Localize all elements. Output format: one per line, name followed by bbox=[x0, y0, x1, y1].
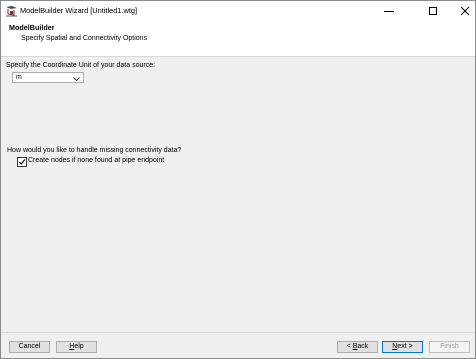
cancel-button-label: Cancel bbox=[18, 343, 41, 350]
page-subtitle: Specify Spatial and Connectivity Options bbox=[21, 35, 148, 42]
chevron-down-icon bbox=[73, 76, 80, 83]
page-title: ModelBuilder bbox=[9, 23, 55, 32]
modelbuilder-wizard-icon bbox=[5, 5, 18, 17]
finish-button[interactable]: Finish bbox=[429, 341, 470, 353]
window-title: ModelBuilder Wizard [Untitled1.wtg] bbox=[20, 6, 138, 15]
title-bar[interactable]: ModelBuilder Wizard [Untitled1.wtg] bbox=[1, 1, 475, 21]
back-button-label: < Back bbox=[346, 343, 369, 350]
create-nodes-label[interactable]: Create nodes if none found at pipe endpo… bbox=[28, 157, 164, 164]
coordinate-unit-select[interactable]: m bbox=[12, 72, 84, 83]
wizard-header: ModelBuilder Specify Spatial and Connect… bbox=[1, 21, 475, 57]
help-button[interactable]: Help bbox=[56, 341, 97, 353]
connectivity-question-label: How would you like to handle missing con… bbox=[7, 147, 182, 154]
coordinate-unit-value: m bbox=[16, 74, 22, 81]
close-button[interactable] bbox=[449, 1, 476, 21]
check-icon bbox=[18, 159, 26, 165]
coordinate-unit-label: Specify the Coordinate Unit of your data… bbox=[6, 62, 156, 69]
close-icon bbox=[460, 6, 470, 16]
next-button[interactable]: Next > bbox=[382, 341, 423, 353]
create-nodes-checkbox[interactable] bbox=[17, 157, 27, 167]
next-button-label: Next > bbox=[392, 343, 413, 350]
minimize-button[interactable] bbox=[373, 1, 405, 21]
maximize-button[interactable] bbox=[417, 1, 449, 21]
cancel-button[interactable]: Cancel bbox=[9, 341, 50, 353]
back-button[interactable]: < Back bbox=[337, 341, 378, 353]
minimize-icon bbox=[384, 11, 394, 12]
footer-divider bbox=[1, 332, 475, 333]
finish-button-label: Finish bbox=[440, 343, 459, 350]
wizard-window: ModelBuilder Wizard [Untitled1.wtg] Mode… bbox=[0, 0, 476, 359]
help-button-label: Help bbox=[69, 343, 84, 350]
maximize-icon bbox=[429, 7, 437, 15]
